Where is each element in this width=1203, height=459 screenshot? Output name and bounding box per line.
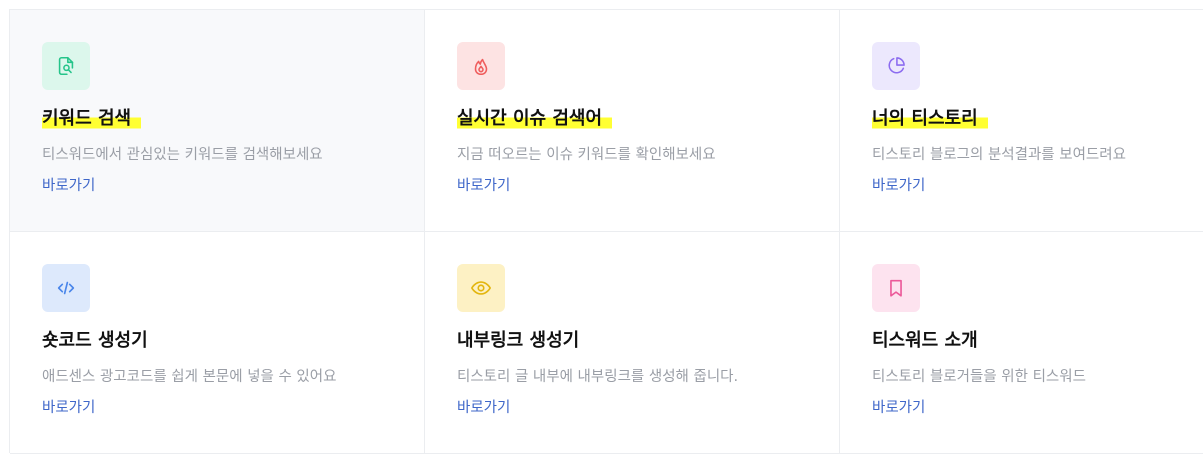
go-link[interactable]: 바로가기: [872, 176, 925, 196]
icon-box: [42, 42, 90, 90]
go-link[interactable]: 바로가기: [42, 398, 95, 418]
card-title: 키워드 검색: [42, 106, 142, 132]
icon-box: [457, 42, 505, 90]
icon-box: [872, 264, 920, 312]
card-description: 티스워드에서 관심있는 키워드를 검색해보세요: [42, 147, 323, 163]
card-title: 내부링크 생성기: [457, 330, 580, 351]
card-keyword-search[interactable]: 키워드 검색 티스워드에서 관심있는 키워드를 검색해보세요 바로가기: [10, 10, 425, 232]
card-title: 티스워드 소개: [872, 330, 978, 351]
card-description: 지금 떠오르는 이슈 키워드를 확인해보세요: [457, 147, 716, 163]
card-description: 애드센스 광고코드를 쉽게 본문에 넣을 수 있어요: [42, 369, 337, 385]
card-internal-link-generator[interactable]: 내부링크 생성기 티스토리 글 내부에 내부링크를 생성해 줍니다. 바로가기: [425, 232, 840, 454]
go-link[interactable]: 바로가기: [457, 176, 510, 196]
card-description: 티스토리 블로그의 분석결과를 보여드려요: [872, 147, 1126, 163]
card-description: 티스토리 글 내부에 내부링크를 생성해 줍니다.: [457, 369, 739, 385]
bookmark-icon: [890, 279, 902, 297]
fire-icon: [474, 58, 488, 76]
eye-icon: [471, 281, 491, 295]
go-link[interactable]: 바로가기: [42, 176, 95, 196]
card-title: 실시간 이슈 검색어: [457, 106, 613, 132]
icon-box: [42, 264, 90, 312]
card-my-tistory[interactable]: 너의 티스토리 티스토리 블로그의 분석결과를 보여드려요 바로가기: [840, 10, 1203, 232]
card-description: 티스토리 블로거들을 위한 티스워드: [872, 369, 1086, 385]
card-title: 너의 티스토리: [872, 106, 988, 132]
go-link[interactable]: 바로가기: [872, 398, 925, 418]
go-link[interactable]: 바로가기: [457, 398, 510, 418]
card-title: 숏코드 생성기: [42, 330, 148, 351]
card-shortcode-generator[interactable]: 숏코드 생성기 애드센스 광고코드를 쉽게 본문에 넣을 수 있어요 바로가기: [10, 232, 425, 454]
icon-box: [872, 42, 920, 90]
icon-box: [457, 264, 505, 312]
feature-card-grid: 키워드 검색 티스워드에서 관심있는 키워드를 검색해보세요 바로가기 실시간 …: [9, 9, 1203, 454]
card-about-tisword[interactable]: 티스워드 소개 티스토리 블로거들을 위한 티스워드 바로가기: [840, 232, 1203, 454]
pie-chart-icon: [888, 57, 905, 74]
code-icon: [57, 281, 75, 295]
document-search-icon: [58, 56, 74, 76]
card-realtime-issues[interactable]: 실시간 이슈 검색어 지금 떠오르는 이슈 키워드를 확인해보세요 바로가기: [425, 10, 840, 232]
